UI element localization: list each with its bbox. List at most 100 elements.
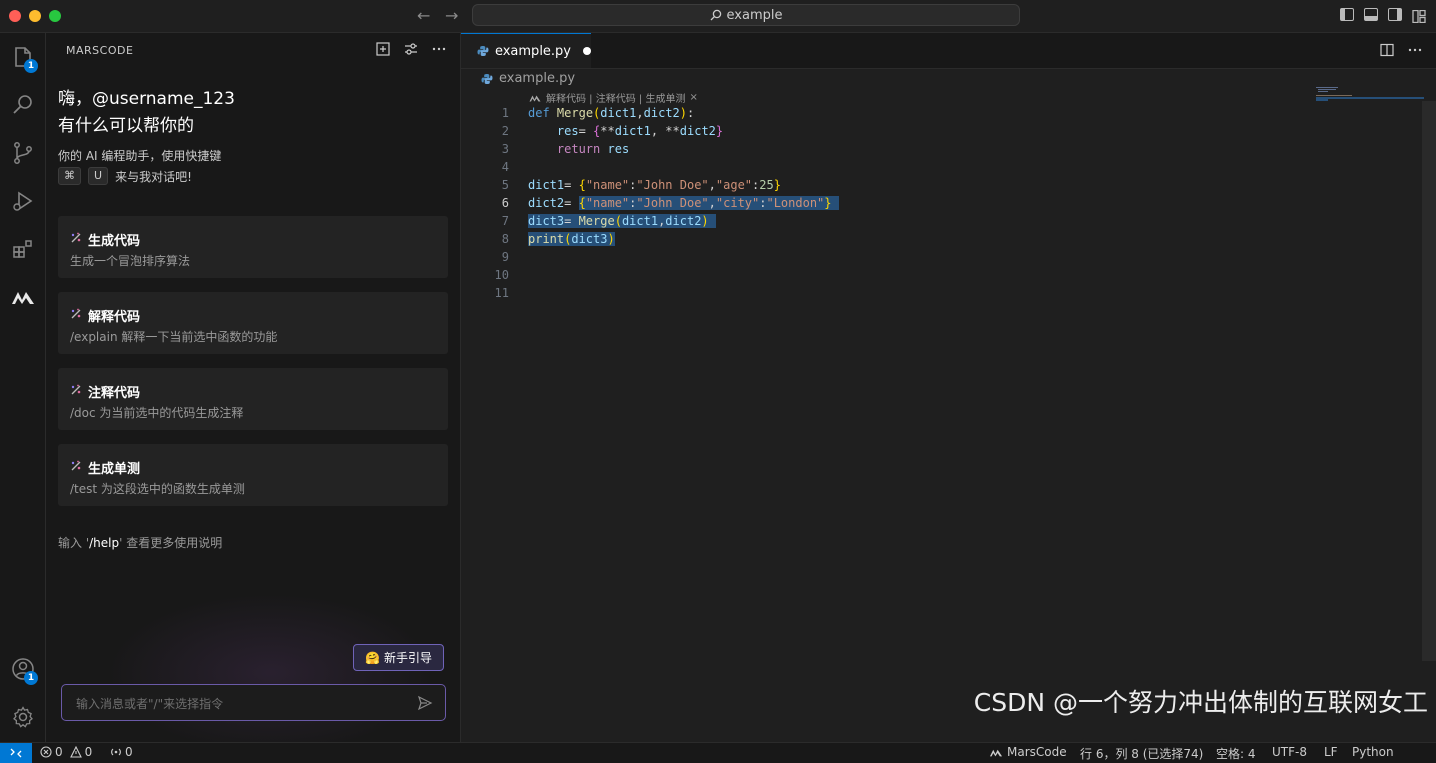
chat-message-input[interactable] [74,685,408,722]
new-chat-icon[interactable] [376,42,390,56]
problems-indicator[interactable]: 0 0 [40,745,92,759]
toggle-secondary-sidebar-icon[interactable] [1388,8,1402,21]
minimap[interactable] [1314,85,1424,105]
toggle-primary-sidebar-icon[interactable] [1340,8,1354,21]
warning-count: 0 [84,745,93,759]
sparkle-icon [70,308,82,324]
code-line: dict2= {"name":"John Doe","city":"London… [528,194,839,212]
quick-action-explain-code[interactable]: 解释代码 /explain 解释一下当前选中函数的功能 [58,292,448,354]
tab-example-py[interactable]: example.py [461,33,591,68]
warning-icon [69,746,82,758]
line-number: 8 [501,232,509,246]
forward-arrow-icon[interactable]: → [445,6,458,25]
activity-bar: 1 1 [0,33,46,742]
encoding[interactable]: UTF-8 [1272,745,1307,759]
code-content[interactable]: def Merge(dict1,dict2): res= {**dict1, *… [528,104,839,302]
marscode-icon[interactable] [0,281,45,313]
editor-scrollbar[interactable] [1422,101,1436,661]
line-number: 1 [501,106,509,120]
ports-indicator[interactable]: 0 [110,745,133,759]
customize-layout-icon[interactable] [1412,8,1426,24]
greeting-question: 有什么可以帮你的 [58,116,194,136]
accounts-badge: 1 [24,671,38,685]
ports-count: 0 [125,745,133,759]
quick-action-generate-tests[interactable]: 生成单测 /test 为这段选中的函数生成单测 [58,444,448,506]
maximize-window-button[interactable] [49,10,61,22]
code-line: def Merge(dict1,dict2): [528,106,695,120]
error-icon [40,746,52,758]
explorer-icon[interactable]: 1 [0,41,45,73]
sparkle-icon [70,384,82,400]
line-number: 11 [494,286,509,300]
shortcut-key-u: U [88,167,109,185]
toggle-panel-icon[interactable] [1364,8,1378,21]
code-line: print(dict3) [528,232,615,246]
line-number: 5 [501,178,509,192]
help-hint: 输入 '/help' 查看更多使用说明 [58,536,223,550]
codelens-close-icon[interactable]: × [689,92,697,103]
command-center-text: example [726,7,783,23]
quick-action-comment-code[interactable]: 注释代码 /doc 为当前选中的代码生成注释 [58,368,448,430]
command-center-search[interactable]: example [472,4,1020,26]
help-command: /help [89,536,120,550]
codelens-actions[interactable]: 解释代码 | 注释代码 | 生成单测 [546,90,685,105]
hugging-face-icon: 🤗 [365,650,380,665]
tab-label: example.py [494,43,572,59]
minimize-window-button[interactable] [29,10,41,22]
close-window-button[interactable] [9,10,21,22]
greeting-username: 嗨，@username_123 [58,89,235,109]
python-file-icon [477,46,489,56]
remote-indicator-icon[interactable] [0,743,32,763]
back-arrow-icon[interactable]: ← [417,6,430,25]
split-editor-icon[interactable] [1380,43,1394,57]
extensions-icon[interactable] [0,233,45,265]
marscode-codelens[interactable]: 解释代码 | 注释代码 | 生成单测 × [528,90,698,105]
marscode-sidebar: MARSCODE 嗨，@username_123 有什么可以帮你的 你的 AI … [46,33,461,742]
search-icon [710,9,721,21]
send-icon[interactable] [417,695,433,711]
beginner-guide-button[interactable]: 🤗 新手引导 [353,644,444,671]
card-title: 解释代码 [88,310,141,325]
unsaved-dot-icon[interactable] [583,47,591,55]
line-number-gutter: 1 2 3 4 5 6 7 8 9 10 11 [461,104,509,302]
more-actions-icon[interactable] [1408,43,1422,57]
shortcut-hint: ⌘ U 来与我对话吧! [58,167,192,185]
card-title: 生成单测 [88,462,141,477]
card-desc: 生成一个冒泡排序算法 [70,254,191,268]
line-number: 9 [501,250,509,264]
code-line: dict1= {"name":"John Doe","age":25} [528,178,781,192]
code-line: res= {**dict1, **dict2} [556,124,724,138]
shortcut-hint-text: 来与我对话吧! [115,169,192,184]
chat-input-box [61,684,446,722]
explorer-badge: 1 [24,59,38,73]
marscode-status-label: MarsCode [1007,745,1067,759]
breadcrumb[interactable]: example.py [481,71,575,86]
indentation[interactable]: 空格: 4 [1216,745,1256,762]
card-desc: /doc 为当前选中的代码生成注释 [70,406,244,420]
editor-area: example.py example.py 解释代码 | 注释代码 | 生成单测… [461,33,1436,742]
sparkle-icon [70,460,82,476]
card-desc: /test 为这段选中的函数生成单测 [70,482,245,496]
editor-tabs: example.py [461,33,1436,69]
language-mode[interactable]: Python [1352,745,1394,759]
line-number: 2 [501,124,509,138]
search-icon[interactable] [0,89,45,121]
marscode-status[interactable]: MarsCode [988,745,1067,759]
line-number: 4 [501,160,509,174]
source-control-icon[interactable] [0,137,45,169]
card-title: 注释代码 [88,386,141,401]
settings-gear-icon[interactable] [0,701,45,733]
card-title: 生成代码 [88,234,141,249]
title-bar: ← → example [0,0,1436,33]
quick-action-generate-code[interactable]: 生成代码 生成一个冒泡排序算法 [58,216,448,278]
accounts-icon[interactable]: 1 [0,653,45,685]
line-number: 10 [494,268,509,282]
cursor-position[interactable]: 行 6，列 8 (已选择74) [1080,745,1203,762]
settings-sliders-icon[interactable] [404,42,418,56]
more-actions-icon[interactable] [432,42,446,56]
end-of-line[interactable]: LF [1324,745,1338,759]
code-line: return res [556,142,630,156]
run-debug-icon[interactable] [0,185,45,217]
